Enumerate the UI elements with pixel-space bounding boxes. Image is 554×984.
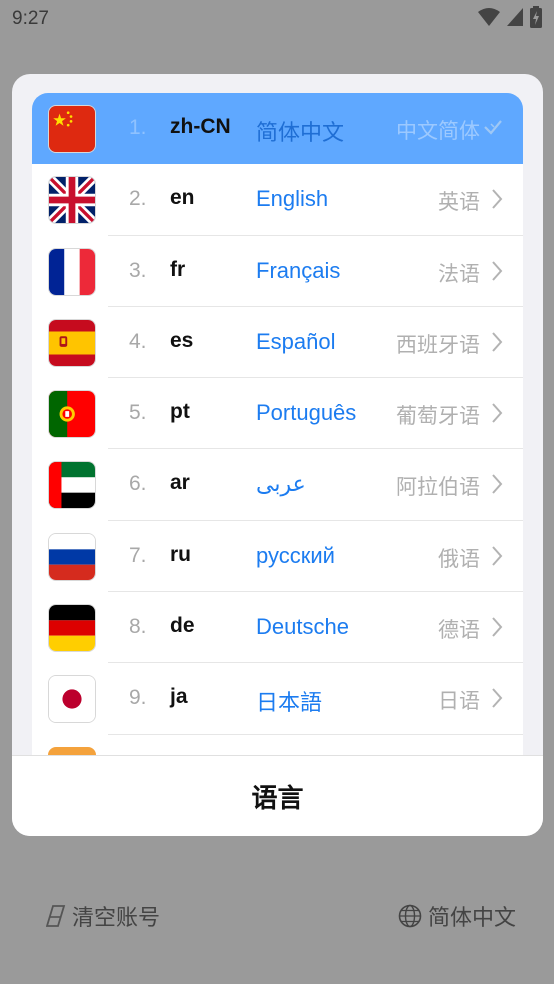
- clear-account-label: 清空账号: [72, 905, 161, 930]
- current-language-label: 简体中文: [427, 905, 516, 930]
- language-row-zh-cn[interactable]: 1. zh-CN 简体中文 中文简体: [32, 93, 523, 165]
- row-native-name: Português: [256, 400, 357, 426]
- flag-de-icon: [48, 604, 96, 653]
- language-row-es[interactable]: 4. es Español 西班牙语: [32, 306, 523, 379]
- row-chinese-name: 阿拉伯语: [396, 476, 480, 500]
- eraser-icon: [46, 905, 66, 927]
- flag-ae-icon: [48, 461, 96, 510]
- row-native-name: 日本語: [256, 690, 323, 716]
- row-native-name: English: [256, 186, 329, 212]
- wifi-icon: [478, 8, 500, 26]
- chevron-right-icon: [492, 332, 503, 352]
- flag-fr-icon: [48, 247, 96, 296]
- row-chinese-name: 中文简体: [396, 120, 480, 143]
- language-row-ar[interactable]: 6. ar عربى 阿拉伯语: [32, 449, 523, 521]
- flag-pt-icon: [48, 390, 96, 439]
- row-native-name: Español: [256, 328, 336, 354]
- row-index: 2.: [129, 187, 147, 211]
- status-time: 9:27: [12, 8, 49, 29]
- row-code: fr: [170, 257, 186, 281]
- language-row-pt[interactable]: 5. pt Português 葡萄牙语: [32, 378, 523, 450]
- flag-partial-icon: [48, 746, 96, 755]
- page-footer: 清空账号 简体中文: [0, 890, 554, 936]
- chevron-right-icon: [492, 474, 503, 495]
- chevron-right-icon: [492, 688, 503, 709]
- language-row-ru[interactable]: 7. ru русский 俄语: [32, 520, 523, 593]
- globe-icon: [398, 904, 422, 928]
- row-native-name: Deutsche: [256, 614, 349, 640]
- row-code: pt: [170, 400, 190, 424]
- row-code: es: [170, 328, 194, 352]
- row-chinese-name: 德语: [438, 619, 480, 643]
- chevron-right-icon: [492, 617, 503, 637]
- language-list[interactable]: 1. zh-CN 简体中文 中文简体 2. en English 英语 3. f…: [32, 93, 523, 755]
- row-code: ja: [170, 685, 188, 709]
- row-index: 9.: [129, 686, 147, 710]
- row-code: de: [170, 614, 195, 638]
- row-index: 6.: [129, 472, 147, 496]
- row-chinese-name: 葡萄牙语: [396, 405, 480, 429]
- row-code: ru: [170, 542, 191, 566]
- flag-jp-icon: [48, 675, 96, 724]
- language-row-partial[interactable]: [32, 734, 523, 755]
- row-native-name: русский: [256, 542, 335, 568]
- row-index: 7.: [129, 543, 147, 567]
- battery-icon: [530, 6, 542, 28]
- status-bar: 9:27: [0, 0, 554, 38]
- row-index: 5.: [129, 401, 147, 425]
- language-row-fr[interactable]: 3. fr Français 法语: [32, 235, 523, 307]
- dialog-footer: 语言: [12, 755, 543, 836]
- status-icons: [478, 6, 542, 28]
- chevron-right-icon: [492, 546, 503, 566]
- flag-cn-icon: [48, 105, 96, 153]
- clear-account-button[interactable]: 清空账号: [46, 900, 160, 932]
- row-chinese-name: 西班牙语: [396, 333, 480, 357]
- row-code: ar: [170, 471, 190, 495]
- row-chinese-name: 日语: [438, 690, 480, 714]
- check-icon: [484, 120, 502, 135]
- language-row-en[interactable]: 2. en English 英语: [32, 164, 523, 236]
- flag-gb-icon: [48, 176, 96, 225]
- row-native-name: Français: [256, 257, 341, 283]
- chevron-right-icon: [492, 403, 503, 423]
- flag-es-icon: [48, 318, 96, 367]
- row-index: 8.: [129, 615, 147, 639]
- dialog-title: 语言: [251, 782, 304, 813]
- row-chinese-name: 俄语: [438, 547, 480, 571]
- flag-ru-icon: [48, 532, 96, 581]
- row-index: 4.: [129, 329, 147, 353]
- language-row-ja[interactable]: 9. ja 日本語 日语: [32, 663, 523, 735]
- language-row-de[interactable]: 8. de Deutsche 德语: [32, 592, 523, 664]
- chevron-right-icon: [492, 189, 503, 209]
- row-native-name: عربى: [256, 471, 306, 497]
- language-switch-button[interactable]: 简体中文: [398, 900, 516, 932]
- cellular-signal-icon: [507, 8, 523, 26]
- chevron-right-icon: [492, 260, 503, 281]
- row-chinese-name: 法语: [438, 262, 480, 286]
- row-index: 3.: [129, 258, 147, 282]
- row-native-name: 简体中文: [256, 120, 345, 145]
- row-code: en: [170, 186, 195, 210]
- row-chinese-name: 英语: [438, 191, 480, 215]
- language-dialog: 1. zh-CN 简体中文 中文简体 2. en English 英语 3. f…: [12, 74, 543, 836]
- row-code: zh-CN: [170, 115, 231, 138]
- row-index: 1.: [129, 116, 147, 139]
